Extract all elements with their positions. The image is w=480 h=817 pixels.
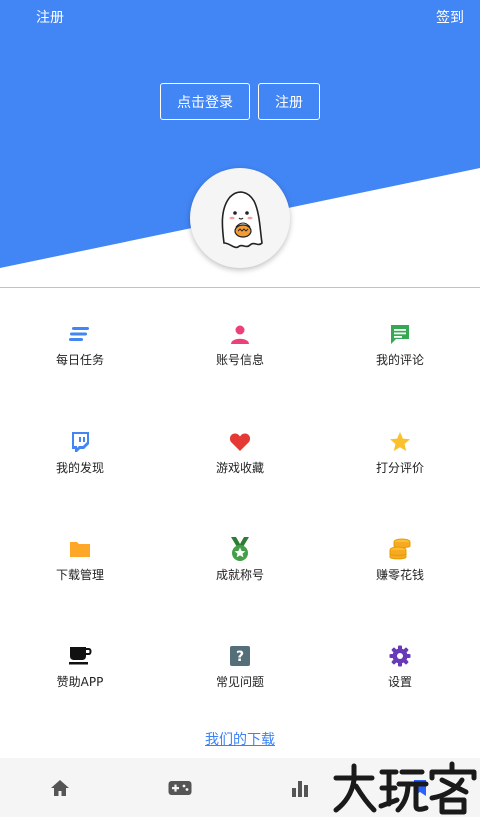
menu-item-game-favorites[interactable]: 游戏收藏: [160, 396, 320, 504]
nav-games[interactable]: [120, 758, 240, 817]
svg-text:?: ?: [236, 649, 244, 665]
menu-item-label: 成就称号: [215, 568, 264, 582]
coffee-icon: [67, 643, 93, 669]
menu-item-label: 打分评价: [375, 460, 424, 475]
menu-item-settings[interactable]: 设置: [320, 611, 480, 718]
register-link[interactable]: 注册: [36, 7, 64, 27]
question-icon: ?: [227, 643, 253, 669]
gamepad-icon: [168, 780, 192, 795]
profile-header: 注册 签到 点击登录 注册: [0, 0, 480, 288]
checkin-link[interactable]: 签到: [436, 7, 464, 27]
folder-icon: [67, 536, 93, 562]
ghost-avatar-icon: [221, 191, 263, 249]
chart-icon: [292, 780, 308, 797]
person-icon: [227, 321, 253, 347]
menu-grid: 每日任务 账号信息 我的评论 我的发现 游戏收藏 打分评价 下载管理 成就称号 …: [0, 288, 480, 720]
menu-item-account-info[interactable]: 账号信息: [160, 288, 320, 396]
menu-item-faq[interactable]: ? 常见问题: [160, 611, 320, 718]
menu-item-label: 赞助APP: [56, 675, 104, 689]
menu-item-label: 常见问题: [215, 675, 264, 689]
menu-item-label: 下载管理: [55, 568, 104, 582]
watermark-logo: [333, 761, 477, 815]
coins-icon: [387, 536, 413, 562]
gear-icon: [387, 643, 413, 669]
heart-icon: [227, 429, 253, 455]
menu-item-achievements[interactable]: 成就称号: [160, 504, 320, 611]
menu-item-label: 我的发现: [55, 460, 104, 475]
menu-item-my-discoveries[interactable]: 我的发现: [0, 396, 160, 504]
menu-item-label: 赚零花钱: [375, 568, 424, 582]
menu-item-daily-tasks[interactable]: 每日任务: [0, 288, 160, 396]
menu-item-label: 每日任务: [55, 352, 104, 367]
menu-item-download-manager[interactable]: 下载管理: [0, 504, 160, 611]
menu-item-sponsor-app[interactable]: 赞助APP: [0, 611, 160, 718]
medal-icon: [227, 536, 253, 562]
login-button[interactable]: 点击登录: [160, 83, 250, 120]
menu-item-my-comments[interactable]: 我的评论: [320, 288, 480, 396]
menu-item-label: 我的评论: [375, 352, 424, 367]
comment-icon: [387, 321, 413, 347]
nav-home[interactable]: [0, 758, 120, 817]
discover-icon: [67, 429, 93, 455]
avatar[interactable]: [190, 168, 290, 268]
our-downloads-link[interactable]: 我们的下载: [0, 729, 480, 749]
menu-item-earn-money[interactable]: 赚零花钱: [320, 504, 480, 611]
register-button[interactable]: 注册: [258, 83, 320, 120]
home-icon: [51, 779, 69, 796]
menu-item-ratings[interactable]: 打分评价: [320, 396, 480, 504]
tasks-icon: [67, 321, 93, 347]
star-icon: [387, 429, 413, 455]
menu-item-label: 账号信息: [215, 352, 264, 367]
menu-item-label: 游戏收藏: [215, 460, 264, 475]
menu-item-label: 设置: [387, 675, 412, 689]
